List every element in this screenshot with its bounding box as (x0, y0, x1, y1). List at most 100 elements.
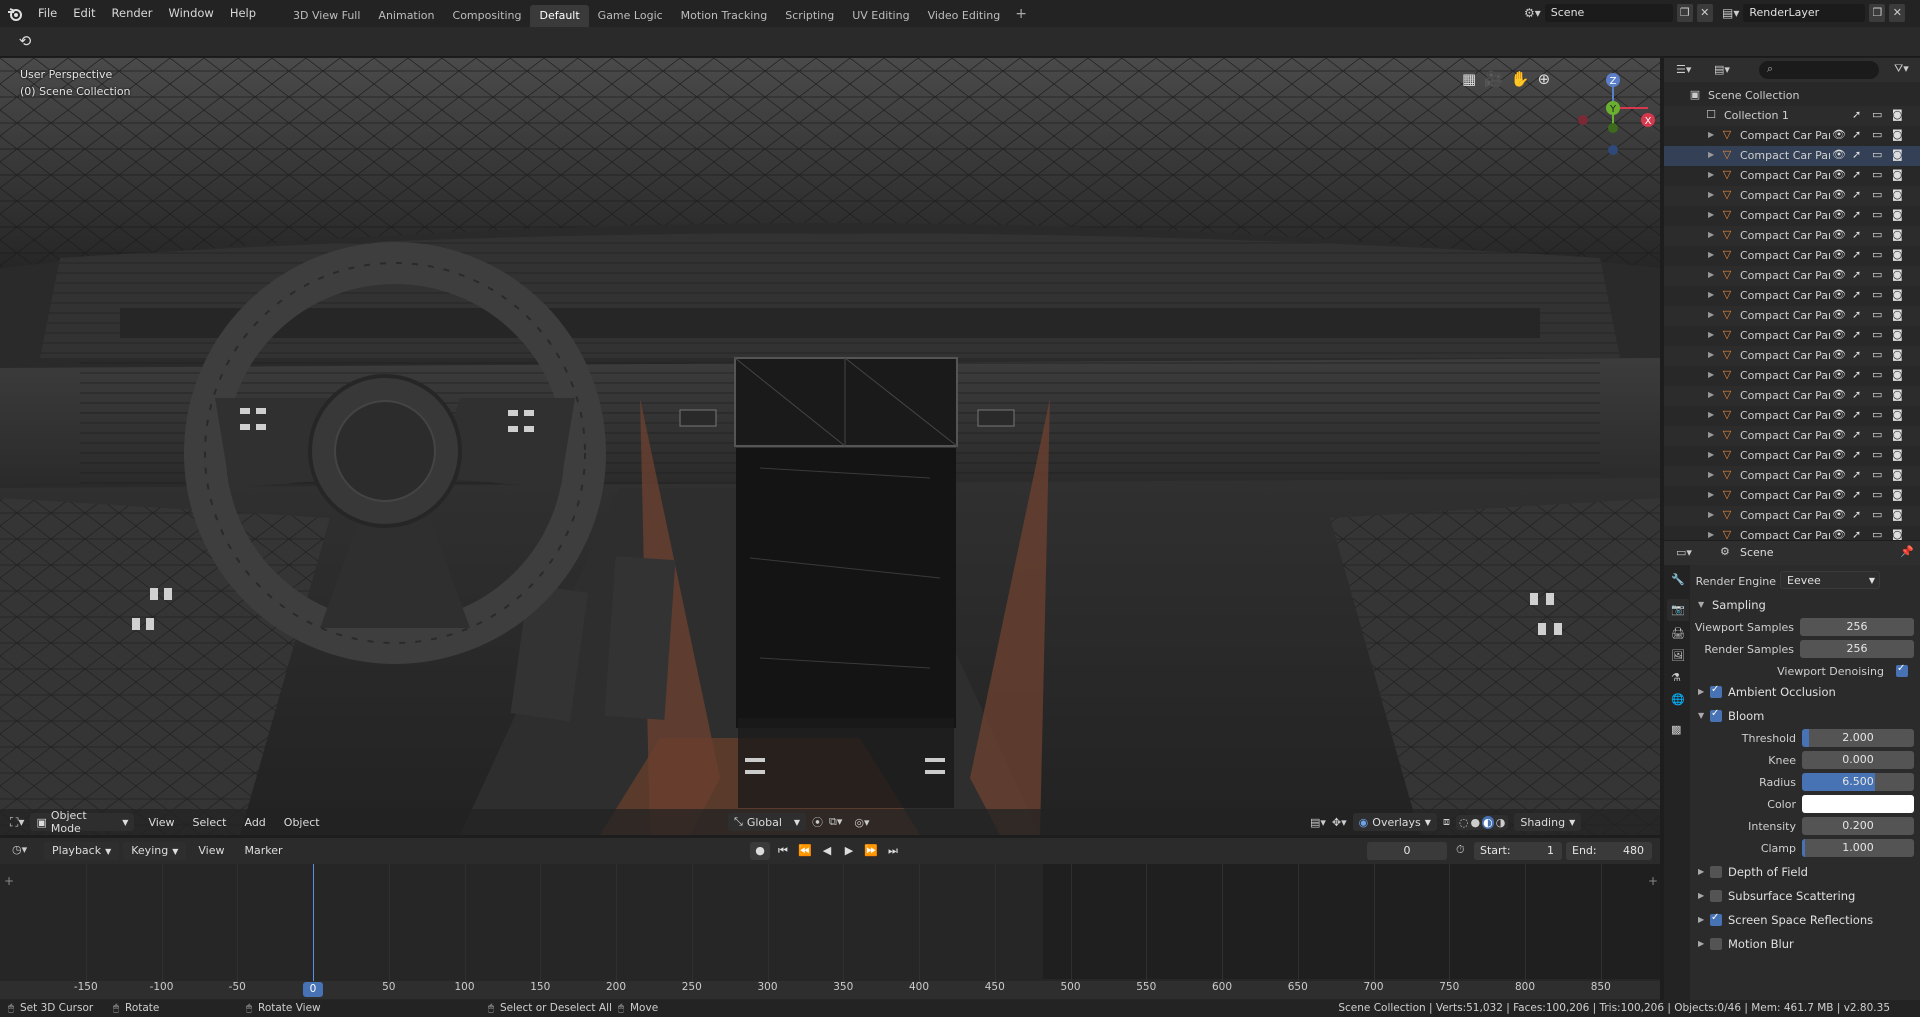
selectable-arrow-icon[interactable]: ➚ (1852, 448, 1861, 461)
outliner-item-car-part[interactable]: ▶ ▽ Compact Car Part.0👁 ➚ ▭ ◙ (1664, 206, 1920, 226)
expand-triangle-icon[interactable]: ▶ (1708, 350, 1714, 359)
bloom-color-swatch[interactable] (1802, 795, 1914, 813)
viewport-monitor-icon[interactable]: ▭ (1872, 508, 1882, 521)
selectable-arrow-icon[interactable]: ➚ (1852, 208, 1861, 221)
eye-visibility-icon[interactable]: 👁 (1832, 328, 1846, 341)
add-workspace-button[interactable]: + (1015, 6, 1027, 22)
outliner-item-car-part[interactable]: ▶ ▽ Compact Car Part.0👁 ➚ ▭ ◙ (1664, 426, 1920, 446)
outliner-item-car-part[interactable]: ▶ ▽ Compact Car Part.0👁 ➚ ▭ ◙ (1664, 266, 1920, 286)
render-camera-icon[interactable]: ◙ (1892, 468, 1903, 481)
outliner-item-car-part[interactable]: ▶ ▽ Compact Car Part.0👁 ➚ ▭ ◙ (1664, 386, 1920, 406)
render-camera-icon[interactable]: ◙ (1892, 528, 1903, 540)
pan-view-hand-icon[interactable]: ✋ (1511, 70, 1530, 88)
viewport-monitor-icon[interactable]: ▭ (1872, 448, 1882, 461)
bloom-checkbox[interactable] (1710, 708, 1722, 722)
viewport-monitor-icon[interactable]: ▭ (1872, 388, 1882, 401)
selectable-arrow-icon[interactable]: ➚ (1852, 268, 1861, 281)
axis-navigation-gizmo[interactable]: Z Y X (1568, 68, 1658, 158)
expand-triangle-icon[interactable]: ▶ (1708, 190, 1714, 199)
menu-file[interactable]: File (30, 0, 65, 27)
viewport-monitor-icon[interactable]: ▭ (1872, 348, 1882, 361)
eye-visibility-icon[interactable]: 👁 (1832, 168, 1846, 181)
clamp-slider[interactable]: 1.000 (1802, 839, 1914, 857)
wireframe-shading-icon[interactable]: ◌ (1459, 816, 1469, 829)
rendered-shading-icon[interactable]: ◑ (1496, 816, 1506, 829)
menu-edit[interactable]: Edit (65, 0, 103, 27)
selectable-arrow-icon[interactable]: ➚ (1852, 428, 1861, 441)
viewport-monitor-icon[interactable]: ▭ (1872, 408, 1882, 421)
panel-header-screen-space-reflections[interactable]: ▶ Screen Space Reflections (1694, 909, 1916, 931)
panel-enable-checkbox[interactable] (1710, 912, 1722, 926)
expand-triangle-icon[interactable]: ▶ (1708, 510, 1714, 519)
xray-toggle-icon[interactable]: ⧈ (1443, 815, 1450, 829)
tab-animation[interactable]: Animation (369, 5, 443, 27)
selectable-arrow-icon[interactable]: ➚ (1852, 228, 1861, 241)
outliner-item-car-part[interactable]: ▶ ▽ Compact Car Part.0👁 ➚ ▭ ◙ (1664, 486, 1920, 506)
render-camera-icon[interactable]: ◙ (1892, 248, 1903, 261)
viewport-monitor-icon[interactable]: ▭ (1872, 188, 1882, 201)
eye-visibility-icon[interactable]: 👁 (1832, 528, 1846, 540)
render-camera-icon[interactable]: ◙ (1892, 508, 1903, 521)
selectable-arrow-icon[interactable]: ➚ (1852, 288, 1861, 301)
editor-type-icon[interactable]: ⛶▾ (10, 815, 24, 830)
tab-game-logic[interactable]: Game Logic (589, 5, 672, 27)
expand-triangle-icon[interactable]: ▶ (1708, 450, 1714, 459)
menu-render[interactable]: Render (104, 0, 161, 27)
eye-visibility-icon[interactable]: 👁 (1832, 148, 1846, 161)
ambient-occlusion-panel-header[interactable]: ▶ Ambient Occlusion (1694, 681, 1920, 703)
render-engine-dropdown[interactable]: Eevee ▼ (1780, 571, 1880, 589)
shading-dropdown[interactable]: Shading ▼ (1514, 813, 1582, 831)
selectable-arrow-icon[interactable]: ➚ (1852, 368, 1861, 381)
eye-visibility-icon[interactable]: 👁 (1832, 268, 1846, 281)
tab-default[interactable]: Default (530, 5, 589, 27)
expand-triangle-icon[interactable]: ▶ (1708, 170, 1714, 179)
eye-visibility-icon[interactable]: 👁 (1832, 348, 1846, 361)
selectable-arrow-icon[interactable]: ➚ (1852, 248, 1861, 261)
pivot-icon[interactable]: ⦿ (812, 814, 823, 830)
panel-enable-checkbox[interactable] (1710, 890, 1722, 902)
intensity-slider[interactable]: 0.200 (1802, 817, 1914, 835)
selectable-arrow-icon[interactable]: ➚ (1852, 148, 1861, 161)
selectable-arrow-icon[interactable]: ➚ (1852, 308, 1861, 321)
eye-visibility-icon[interactable]: 👁 (1832, 368, 1846, 381)
render-camera-icon[interactable]: ◙ (1892, 488, 1903, 501)
selectable-arrow-icon[interactable]: ➚ (1852, 488, 1861, 501)
eye-visibility-icon[interactable]: 👁 (1832, 448, 1846, 461)
threshold-slider[interactable]: 2.000 (1802, 729, 1914, 747)
eye-visibility-icon[interactable]: 👁 (1832, 428, 1846, 441)
viewport-monitor-icon[interactable]: ▭ (1872, 228, 1882, 241)
renderlayer-icon[interactable]: ▤▾ (1722, 6, 1739, 20)
selectable-arrow-icon[interactable]: ➚ (1852, 128, 1861, 141)
outliner-search-input[interactable]: ⌕ (1759, 61, 1879, 79)
blender-logo-icon[interactable] (0, 0, 30, 27)
menu-window[interactable]: Window (160, 0, 221, 27)
selectable-arrow-icon[interactable]: ➚ (1852, 348, 1861, 361)
eye-visibility-icon[interactable]: 👁 (1832, 388, 1846, 401)
viewport-monitor-icon[interactable]: ▭ (1872, 428, 1882, 441)
selectable-arrow-icon[interactable]: ➚ (1852, 408, 1861, 421)
copy-scene-icon[interactable]: ❐ (1676, 4, 1693, 22)
outliner-item-car-part[interactable]: ▶ ▽ Compact Car Part.0(👁 ➚ ▭ ◙ (1664, 146, 1920, 166)
expand-triangle-icon[interactable]: ▶ (1708, 470, 1714, 479)
snap-icon[interactable]: ⧉▾ (829, 815, 842, 829)
expand-triangle-icon[interactable]: ▶ (1708, 330, 1714, 339)
render-camera-icon[interactable]: ◙ (1892, 428, 1903, 441)
world-tab-icon[interactable]: 🌐 (1671, 693, 1685, 706)
tool-tab-icon[interactable]: 🔧 (1671, 573, 1685, 586)
outliner-item-car-part[interactable]: ▶ ▽ Compact Car Part.0👁 ➚ ▭ ◙ (1664, 366, 1920, 386)
expand-triangle-icon[interactable]: ▶ (1708, 390, 1714, 399)
render-camera-icon[interactable]: ◙ (1892, 368, 1903, 381)
outliner-item-car-part[interactable]: ▶ ▽ Compact Car Part.0(👁 ➚ ▭ ◙ (1664, 126, 1920, 146)
renderlayer-name-field[interactable]: RenderLayer (1743, 4, 1866, 22)
viewport-monitor-icon[interactable]: ▭ (1872, 368, 1882, 381)
ambient-occlusion-checkbox[interactable] (1710, 684, 1722, 698)
copy-renderlayer-icon[interactable]: ❐ (1869, 4, 1886, 22)
view-layer-tab-icon[interactable]: 🖼 (1671, 649, 1685, 662)
expand-triangle-icon[interactable]: ▶ (1708, 150, 1714, 159)
expand-triangle-icon[interactable]: ▶ (1708, 370, 1714, 379)
transform-tool-icon[interactable]: ⟲ (14, 32, 36, 52)
3d-viewport[interactable]: User Perspective (0) Scene Collection ▦ … (0, 58, 1660, 835)
proportional-edit-icon[interactable]: ◎▾ (854, 816, 869, 829)
eye-visibility-icon[interactable]: 👁 (1832, 188, 1846, 201)
viewport-monitor-icon[interactable]: ▭ (1872, 168, 1882, 181)
